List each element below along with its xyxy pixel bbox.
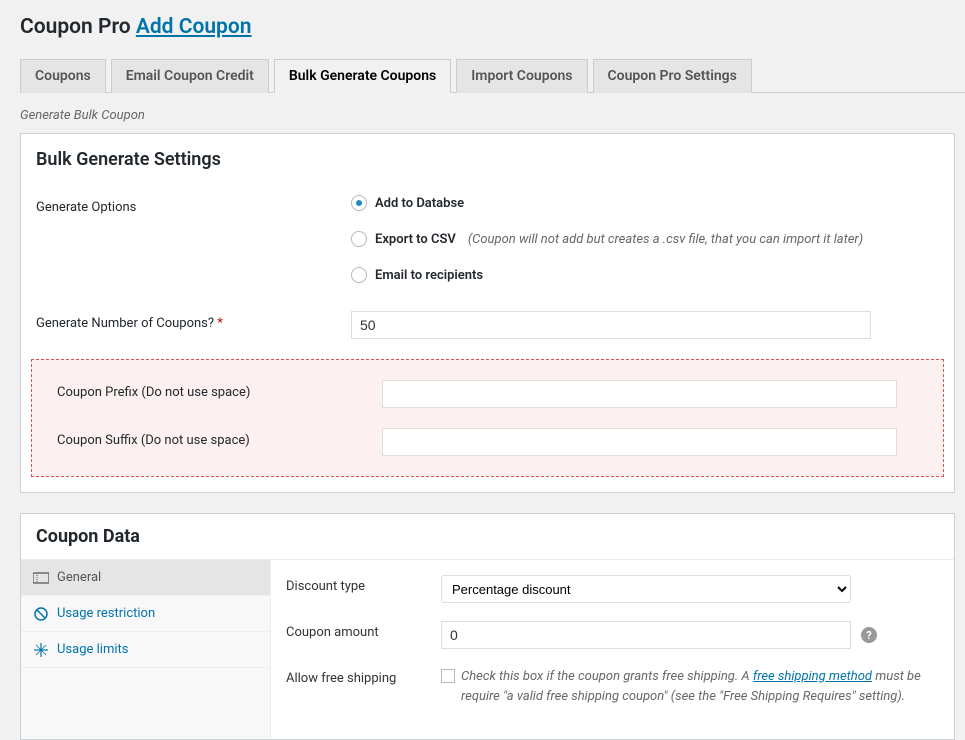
free-shipping-description: Check this box if the coupon grants free… xyxy=(461,667,939,706)
coupon-data-panel: Discount type Percentage discount Coupon… xyxy=(271,560,954,739)
block-icon xyxy=(33,607,49,621)
coupon-prefix-input[interactable] xyxy=(382,380,897,408)
radio-email-recipients[interactable] xyxy=(351,267,367,283)
tab-import[interactable]: Import Coupons xyxy=(456,59,587,93)
coupon-amount-label: Coupon amount xyxy=(286,621,441,640)
coupon-data-box: Coupon Data General Usage restriction Us… xyxy=(20,513,955,740)
number-coupons-label: Generate Number of Coupons? xyxy=(36,316,214,331)
sidebar-tab-general[interactable]: General xyxy=(21,560,270,596)
generate-options-label: Generate Options xyxy=(21,185,341,301)
tab-settings[interactable]: Coupon Pro Settings xyxy=(593,59,752,93)
sidebar-restriction-label: Usage restriction xyxy=(57,606,155,621)
tab-bulk-generate[interactable]: Bulk Generate Coupons xyxy=(274,59,451,93)
number-coupons-input[interactable] xyxy=(351,311,871,339)
allow-free-shipping-label: Allow free shipping xyxy=(286,667,441,686)
coupon-suffix-label: Coupon Suffix (Do not use space) xyxy=(32,418,372,466)
prefix-suffix-box: Coupon Prefix (Do not use space) Coupon … xyxy=(31,359,944,477)
discount-type-select[interactable]: Percentage discount xyxy=(441,575,851,603)
coupon-data-sidebar: General Usage restriction Usage limits xyxy=(21,560,271,739)
help-icon[interactable]: ? xyxy=(861,627,877,643)
nav-tab-wrapper: Coupons Email Coupon Credit Bulk Generat… xyxy=(20,49,965,93)
limits-icon xyxy=(33,643,49,657)
coupon-prefix-label: Coupon Prefix (Do not use space) xyxy=(32,370,372,418)
required-asterisk: * xyxy=(217,316,223,331)
radio-export-csv-label: Export to CSV xyxy=(375,232,456,247)
sidebar-tab-usage-limits[interactable]: Usage limits xyxy=(21,632,270,668)
radio-export-csv-hint: (Coupon will not add but creates a .csv … xyxy=(468,232,863,247)
ticket-icon xyxy=(33,572,49,584)
page-description: Generate Bulk Coupon xyxy=(20,108,945,123)
page-title: Coupon Pro xyxy=(20,15,131,39)
tab-coupons[interactable]: Coupons xyxy=(20,59,106,93)
sidebar-tab-usage-restriction[interactable]: Usage restriction xyxy=(21,596,270,632)
radio-add-database[interactable] xyxy=(351,195,367,211)
coupon-data-title: Coupon Data xyxy=(21,514,954,560)
discount-type-label: Discount type xyxy=(286,575,441,594)
sidebar-general-label: General xyxy=(57,570,101,585)
radio-export-csv[interactable] xyxy=(351,231,367,247)
free-shipping-link[interactable]: free shipping method xyxy=(753,669,872,684)
coupon-suffix-input[interactable] xyxy=(382,428,897,456)
tab-email-credit[interactable]: Email Coupon Credit xyxy=(111,59,269,93)
coupon-amount-input[interactable] xyxy=(441,621,851,649)
free-shipping-checkbox[interactable] xyxy=(441,669,455,683)
radio-add-database-label: Add to Databse xyxy=(375,196,464,211)
radio-email-recipients-label: Email to recipients xyxy=(375,268,483,283)
bulk-settings-title: Bulk Generate Settings xyxy=(21,134,954,185)
sidebar-limits-label: Usage limits xyxy=(57,642,128,657)
bulk-settings-box: Bulk Generate Settings Generate Options … xyxy=(20,133,955,493)
add-coupon-link[interactable]: Add Coupon xyxy=(136,15,252,39)
